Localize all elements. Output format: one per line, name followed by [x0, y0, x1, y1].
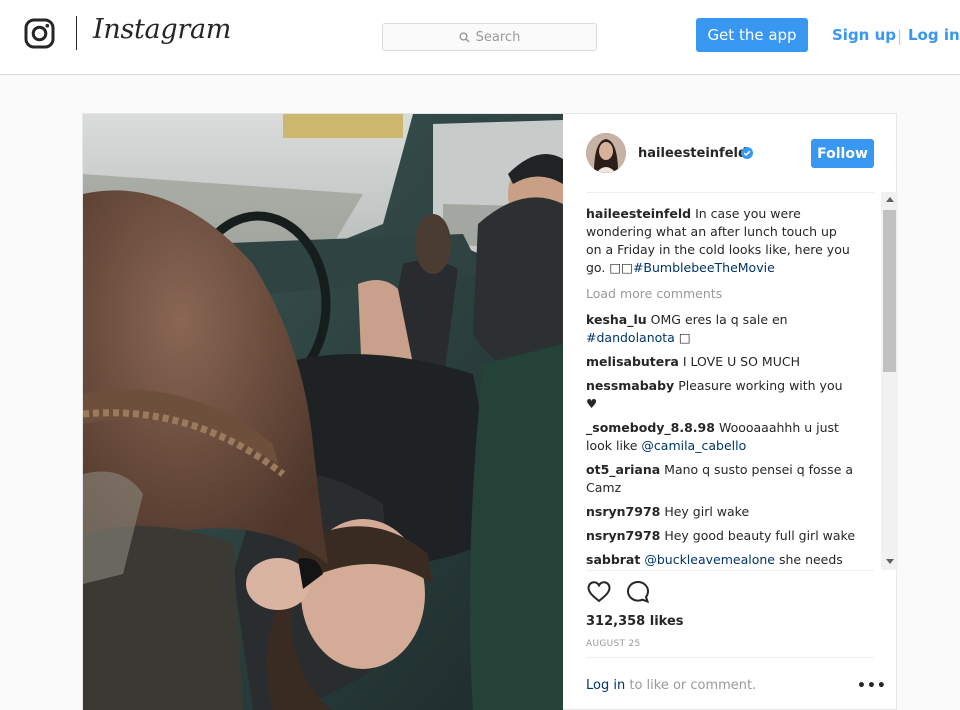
login-link[interactable]: Log in: [586, 678, 625, 693]
comment-item: melisabutera I LOVE U SO MUCH: [586, 353, 856, 371]
comment-item: _somebody_8.8.98 Woooaaahhh u just look …: [586, 419, 856, 455]
search-icon: [459, 31, 470, 43]
comment-text: Hey good beauty full girl wake: [664, 528, 856, 543]
more-options-icon[interactable]: •••: [857, 678, 887, 694]
actions-divider: [586, 570, 874, 571]
verified-badge-icon: [741, 147, 753, 159]
comment-icon[interactable]: [625, 579, 651, 605]
log-in-link[interactable]: Log in: [908, 26, 960, 44]
caption: haileesteinfeld In case you were wonderi…: [586, 205, 856, 277]
comment-item: kesha_lu OMG eres la q sale en #dandolan…: [586, 311, 856, 347]
load-more-comments[interactable]: Load more comments: [586, 285, 856, 303]
comment-username[interactable]: kesha_lu: [586, 312, 647, 327]
top-header: Instagram Search Get the app Sign up | L…: [0, 0, 960, 75]
comment-text: Hey girl wake: [664, 504, 750, 519]
comments-list[interactable]: haileesteinfeld In case you were wonderi…: [586, 205, 856, 569]
comments-scrollbar[interactable]: [881, 192, 898, 570]
caption-symbols: □□: [609, 260, 633, 275]
comment-link[interactable]: @camila_cabello: [641, 438, 746, 453]
scroll-up-arrow-icon[interactable]: [886, 197, 894, 202]
heart-icon[interactable]: [586, 579, 612, 605]
comment-username[interactable]: nessmababy: [586, 378, 674, 393]
comment-username[interactable]: melisabutera: [586, 354, 679, 369]
search-input[interactable]: Search: [382, 23, 597, 51]
likes-count[interactable]: 312,358 likes: [586, 614, 684, 629]
instagram-glyph-icon[interactable]: [24, 18, 55, 49]
comment-item: nsryn7978 Hey good beauty full girl wake: [586, 527, 856, 545]
comment-text: OMG eres la q sale en: [650, 312, 788, 327]
instagram-wordmark[interactable]: Instagram: [93, 14, 231, 45]
comment-username[interactable]: ot5_ariana: [586, 462, 660, 477]
scroll-down-arrow-icon[interactable]: [886, 559, 894, 564]
post-image: [83, 114, 563, 710]
comment-link[interactable]: #dandolanota: [586, 330, 675, 345]
comment-tail: □: [674, 330, 691, 345]
caption-hashtag[interactable]: #BumblebeeTheMovie: [633, 260, 775, 275]
login-to-comment: Log in to like or comment.: [586, 678, 756, 693]
get-the-app-button[interactable]: Get the app: [696, 18, 808, 52]
comment-link[interactable]: @buckleavemealone: [644, 552, 775, 567]
comment-item: nessmababy Pleasure working with you ♥: [586, 377, 856, 413]
comment-item: nsryn7978 Hey girl wake: [586, 503, 856, 521]
login-suffix: to like or comment.: [629, 678, 757, 693]
comment-item: sabbrat @buckleavemealone she needs to g…: [586, 551, 856, 569]
comment-username[interactable]: _somebody_8.8.98: [586, 420, 715, 435]
follow-button[interactable]: Follow: [811, 139, 874, 168]
post-photo[interactable]: [83, 114, 563, 710]
post-card: haileesteinfeld Follow haileesteinfeld I…: [82, 113, 898, 710]
post-sidebar: haileesteinfeld Follow haileesteinfeld I…: [563, 114, 898, 710]
comment-username[interactable]: nsryn7978: [586, 504, 660, 519]
comment-text: I LOVE U SO MUCH: [682, 354, 800, 369]
caption-username[interactable]: haileesteinfeld: [586, 206, 691, 221]
comment-item: ot5_ariana Mano q susto pensei q fosse a…: [586, 461, 856, 497]
avatar[interactable]: [586, 133, 626, 173]
post-date[interactable]: AUGUST 25: [586, 639, 641, 649]
search-placeholder: Search: [475, 29, 521, 45]
post-username[interactable]: haileesteinfeld: [638, 146, 747, 161]
footer-divider: [586, 657, 874, 658]
comment-username[interactable]: nsryn7978: [586, 528, 660, 543]
header-divider-line: [586, 192, 874, 193]
post-header: haileesteinfeld Follow: [563, 114, 898, 192]
scroll-thumb[interactable]: [883, 210, 896, 372]
sign-up-link[interactable]: Sign up: [832, 26, 896, 44]
comment-username[interactable]: sabbrat: [586, 552, 640, 567]
auth-separator: |: [897, 27, 903, 45]
header-divider: [76, 16, 77, 50]
